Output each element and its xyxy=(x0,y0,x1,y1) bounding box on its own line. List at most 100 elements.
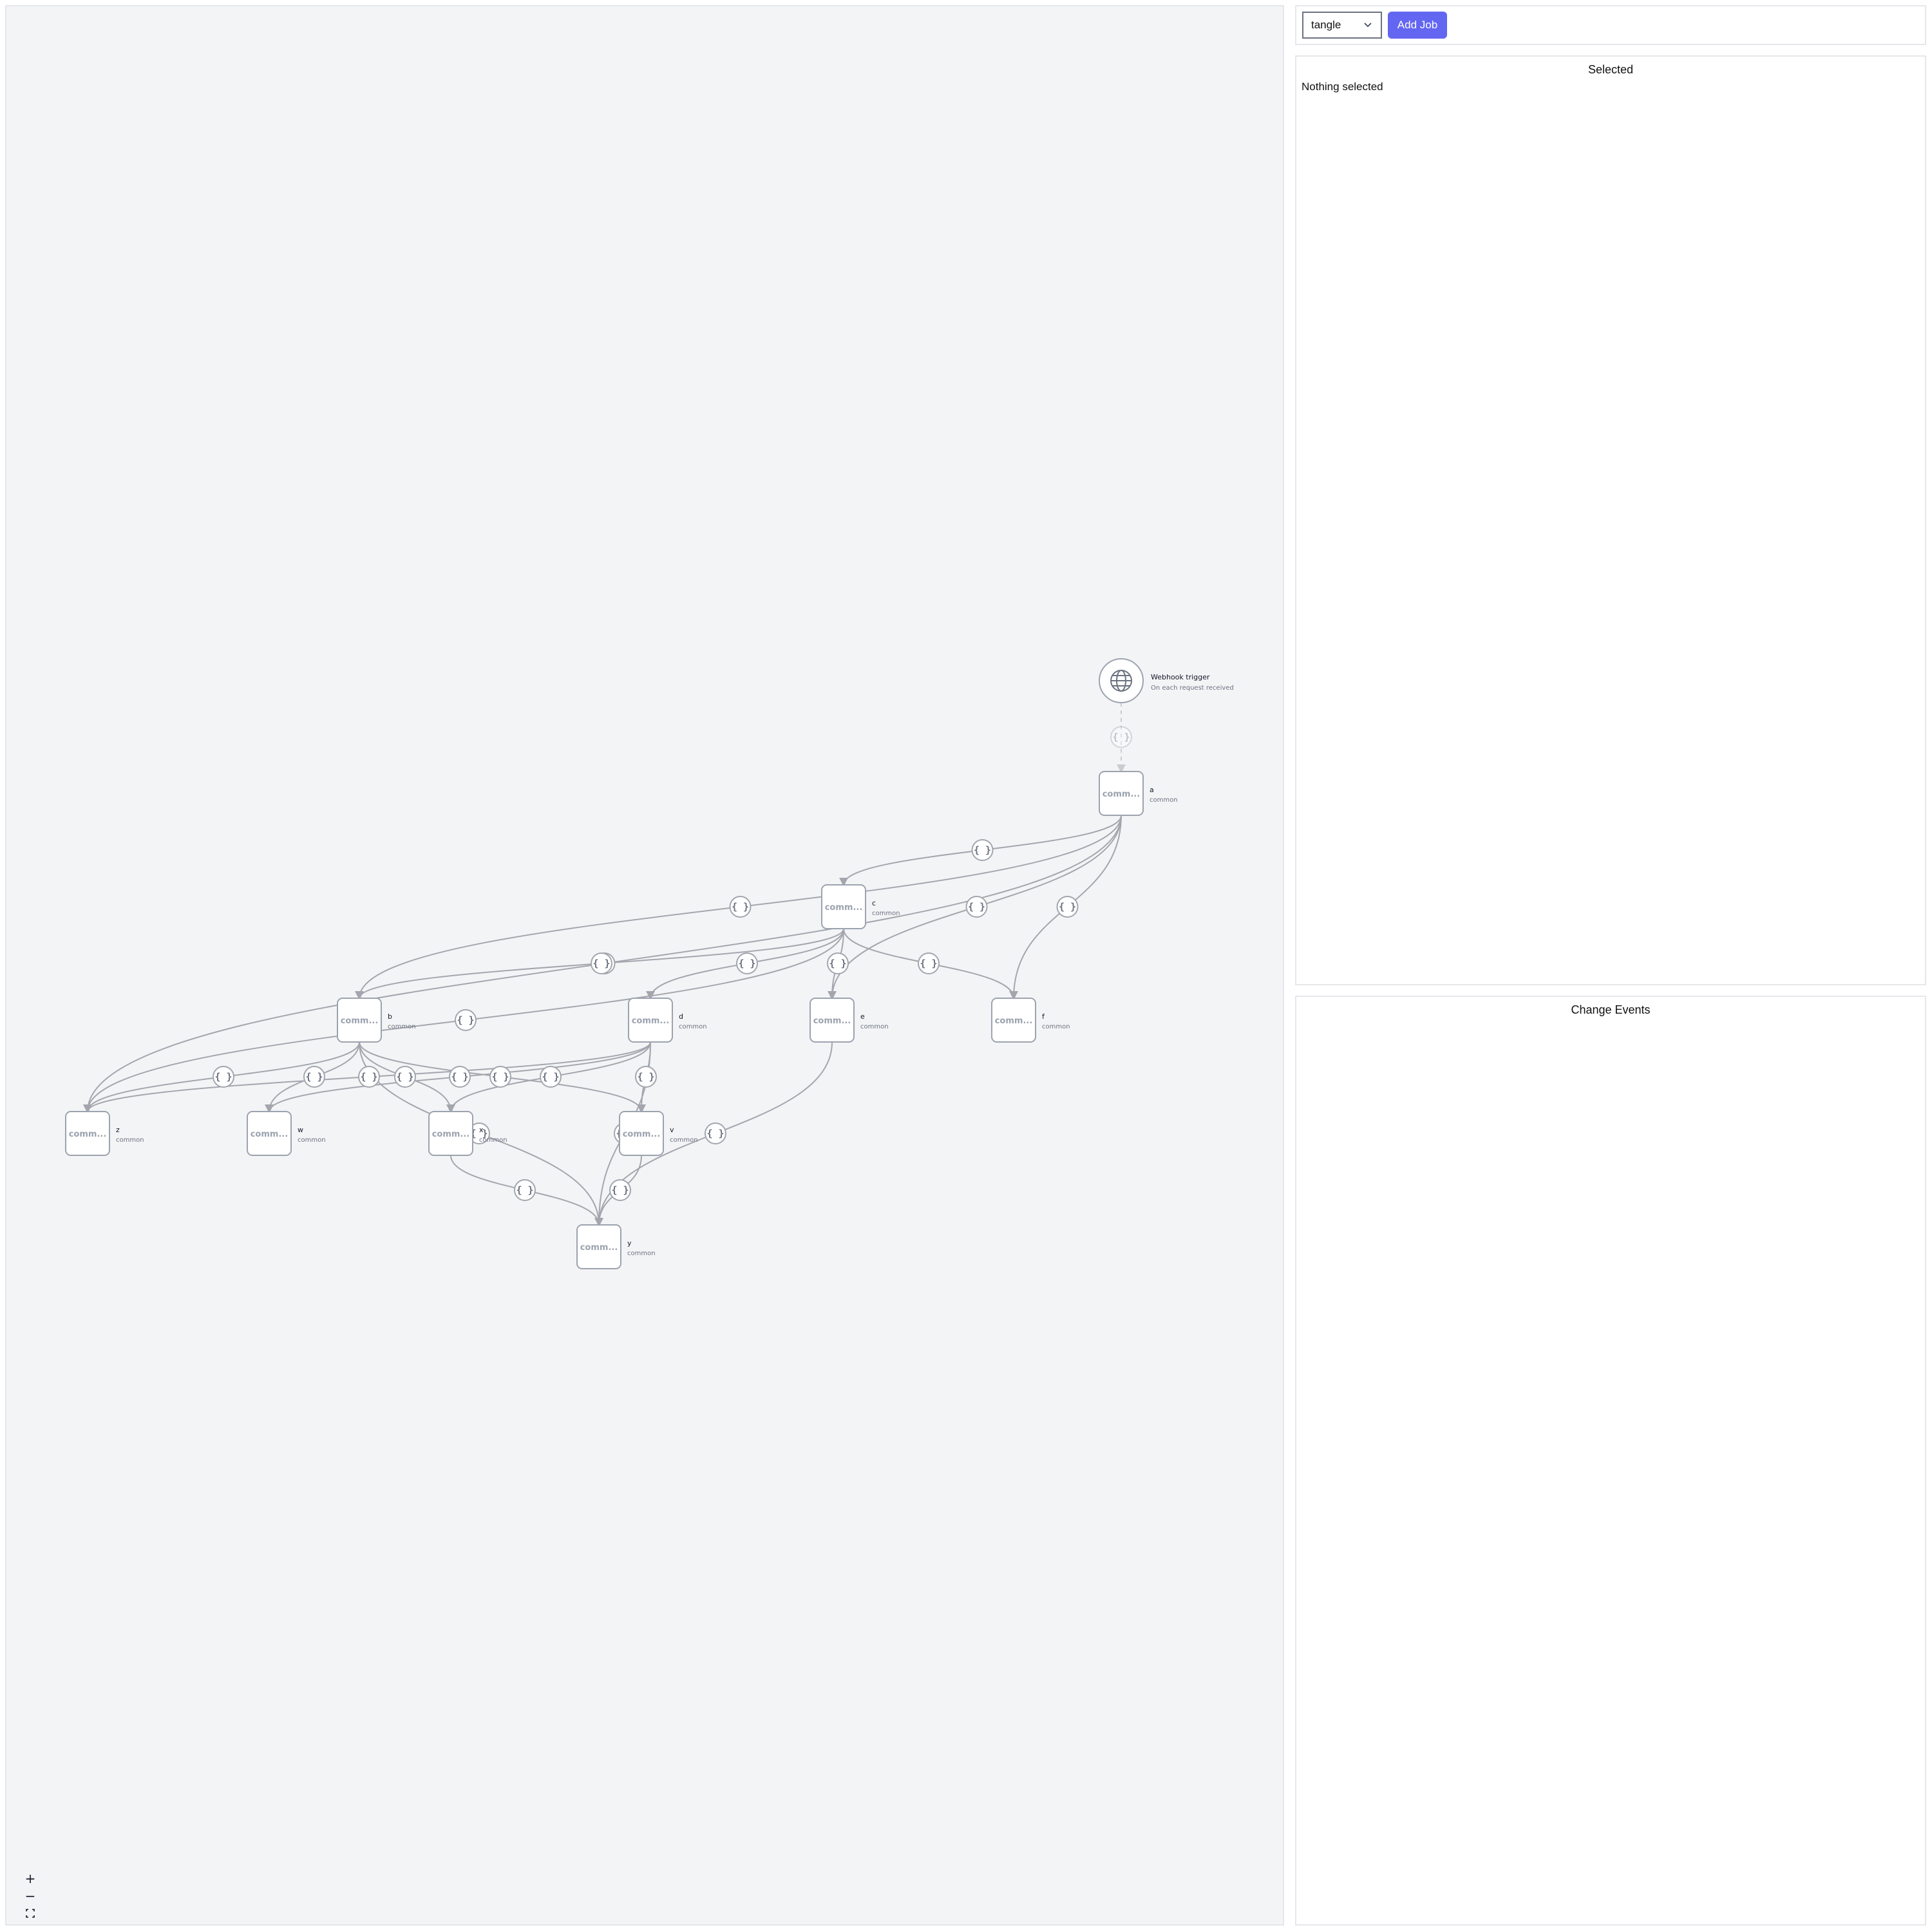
workflow-diagram: { } { } { } { } { } { } { } { } { } { } { } { } { } {… xyxy=(65,658,1234,1269)
job-node-b[interactable]: comm... b common xyxy=(337,998,416,1043)
job-name: v xyxy=(670,1126,674,1134)
job-adaptor-label: comm... xyxy=(825,903,863,913)
edge-label-text: { } xyxy=(968,901,985,913)
zoom-in-button[interactable]: + xyxy=(19,1870,41,1887)
job-subtitle: common xyxy=(860,1023,889,1030)
edge-label-text: { } xyxy=(214,1071,232,1083)
fit-view-icon xyxy=(26,1908,35,1918)
chevron-down-icon xyxy=(1364,23,1372,28)
job-subtitle: common xyxy=(872,910,900,917)
job-adaptor-label: comm... xyxy=(251,1130,289,1139)
edge-label-text: { } xyxy=(1059,901,1076,913)
job-subtitle: common xyxy=(670,1137,698,1144)
change-events-panel: Change Events xyxy=(1295,996,1926,1926)
job-adaptor-label: comm... xyxy=(813,1016,851,1026)
job-name: c xyxy=(872,899,876,907)
edge-label-text: { } xyxy=(592,958,610,969)
edge-label-a-to-f[interactable]: { } xyxy=(1056,896,1079,918)
edge-label-a-to-e[interactable]: { } xyxy=(965,896,988,918)
edge-label-b-to-v[interactable]: { } xyxy=(489,1066,511,1088)
workflow-select[interactable]: tangle xyxy=(1302,12,1382,39)
edge-label-text: { } xyxy=(706,1128,724,1139)
edge-label-d-to-w[interactable]: { } xyxy=(449,1066,471,1088)
job-name: d xyxy=(679,1012,683,1021)
job-node-e[interactable]: comm... e common xyxy=(810,998,889,1043)
fit-view-button[interactable] xyxy=(19,1904,41,1922)
job-node-a[interactable]: comm... a common xyxy=(1099,771,1178,816)
job-node-d[interactable]: comm... d common xyxy=(628,998,707,1043)
edge-label-text: { } xyxy=(829,958,846,969)
add-job-button[interactable]: Add Job xyxy=(1388,12,1447,39)
edge-label-v-to-y[interactable]: { } xyxy=(609,1179,631,1201)
job-subtitle: common xyxy=(1042,1023,1070,1030)
edge-label-a-to-c[interactable]: { } xyxy=(971,839,994,861)
job-node-x[interactable]: comm... x common xyxy=(428,1111,507,1156)
job-subtitle: common xyxy=(1150,797,1178,804)
zoom-out-button[interactable]: − xyxy=(19,1887,41,1904)
edge-label-text: { } xyxy=(396,1071,413,1083)
edge-label-c-to-f[interactable]: { } xyxy=(918,952,940,974)
edge-label-text: { } xyxy=(457,1014,474,1026)
edge-label-b-to-x[interactable]: { } xyxy=(394,1066,416,1088)
edge-label-d-to-z[interactable]: { } xyxy=(358,1066,380,1088)
edge-label-text: { } xyxy=(738,958,755,969)
edge-label-b-to-z[interactable]: { } xyxy=(213,1066,234,1088)
job-name: a xyxy=(1150,786,1154,794)
toolbar: tangle Add Job xyxy=(1295,5,1926,45)
edge-label-text: { } xyxy=(920,958,937,969)
job-adaptor-label: comm... xyxy=(632,1016,670,1026)
change-events-title: Change Events xyxy=(1571,1003,1651,1016)
selected-panel-title: Selected xyxy=(1587,63,1634,76)
job-adaptor-label: comm... xyxy=(623,1130,661,1139)
edge-label-text: { } xyxy=(491,1071,509,1083)
job-name: z xyxy=(116,1126,120,1134)
trigger-name: Webhook trigger xyxy=(1151,673,1210,681)
edge-label-c-to-d[interactable]: { } xyxy=(736,952,758,974)
selected-empty-text: Nothing selected xyxy=(1302,80,1383,93)
job-subtitle: common xyxy=(627,1250,656,1257)
edge-label-text: { } xyxy=(516,1184,533,1196)
job-node-w[interactable]: comm... w common xyxy=(247,1111,326,1156)
webhook-trigger-node[interactable]: Webhook trigger On each request received xyxy=(1099,658,1234,703)
trigger-subtitle: On each request received xyxy=(1151,685,1234,692)
job-node-y[interactable]: comm... y common xyxy=(576,1224,656,1269)
job-node-z[interactable]: comm... z common xyxy=(65,1111,144,1156)
job-adaptor-label: comm... xyxy=(69,1130,107,1139)
job-name: e xyxy=(860,1012,865,1021)
edge-label-d-to-x[interactable]: { } xyxy=(540,1066,562,1088)
job-adaptor-label: comm... xyxy=(995,1016,1033,1026)
job-node-v[interactable]: comm... v common xyxy=(619,1111,698,1156)
edge-label-c-to-e[interactable]: { } xyxy=(827,952,849,974)
edge-label-a-to-b[interactable]: { } xyxy=(729,896,752,918)
job-adaptor-label: comm... xyxy=(1103,790,1141,799)
workflow-select-value: tangle xyxy=(1311,19,1341,31)
edge-label-text: { } xyxy=(732,901,749,913)
zoom-controls: + − xyxy=(19,1870,41,1922)
job-subtitle: common xyxy=(679,1023,707,1030)
workflow-canvas[interactable]: { } { } { } { } { } { } { } { } { } { } { } { } { } {… xyxy=(5,5,1284,1926)
job-name: y xyxy=(627,1239,632,1247)
edge-label-d-to-v[interactable]: { } xyxy=(635,1066,657,1088)
edge-label-trigger-to-a[interactable]: { } xyxy=(1110,726,1132,748)
edge-label-text: { } xyxy=(1112,732,1130,743)
edge-label-c-to-z[interactable]: { } xyxy=(455,1009,477,1031)
job-node-f[interactable]: comm... f common xyxy=(991,998,1070,1043)
selected-panel: Selected Nothing selected xyxy=(1295,55,1926,985)
job-name: b xyxy=(388,1012,392,1021)
job-subtitle: common xyxy=(479,1137,507,1144)
edge-label-x-to-y[interactable]: { } xyxy=(514,1179,536,1201)
job-node-c[interactable]: comm... c common xyxy=(821,884,900,929)
edge-label-text: { } xyxy=(360,1071,377,1083)
edge-label-text: { } xyxy=(305,1071,323,1083)
edge-label-text: { } xyxy=(637,1071,654,1083)
edge-label-e-to-y[interactable]: { } xyxy=(705,1122,726,1144)
job-name: w xyxy=(298,1126,303,1134)
job-name: f xyxy=(1042,1012,1045,1021)
job-subtitle: common xyxy=(388,1023,416,1030)
edge-label-c-to-b[interactable]: { } xyxy=(591,952,612,974)
edge-label-text: { } xyxy=(611,1184,629,1196)
edge-label-b-to-w[interactable]: { } xyxy=(303,1066,325,1088)
job-adaptor-label: comm... xyxy=(432,1130,470,1139)
job-subtitle: common xyxy=(298,1137,326,1144)
job-adaptor-label: comm... xyxy=(341,1016,379,1026)
